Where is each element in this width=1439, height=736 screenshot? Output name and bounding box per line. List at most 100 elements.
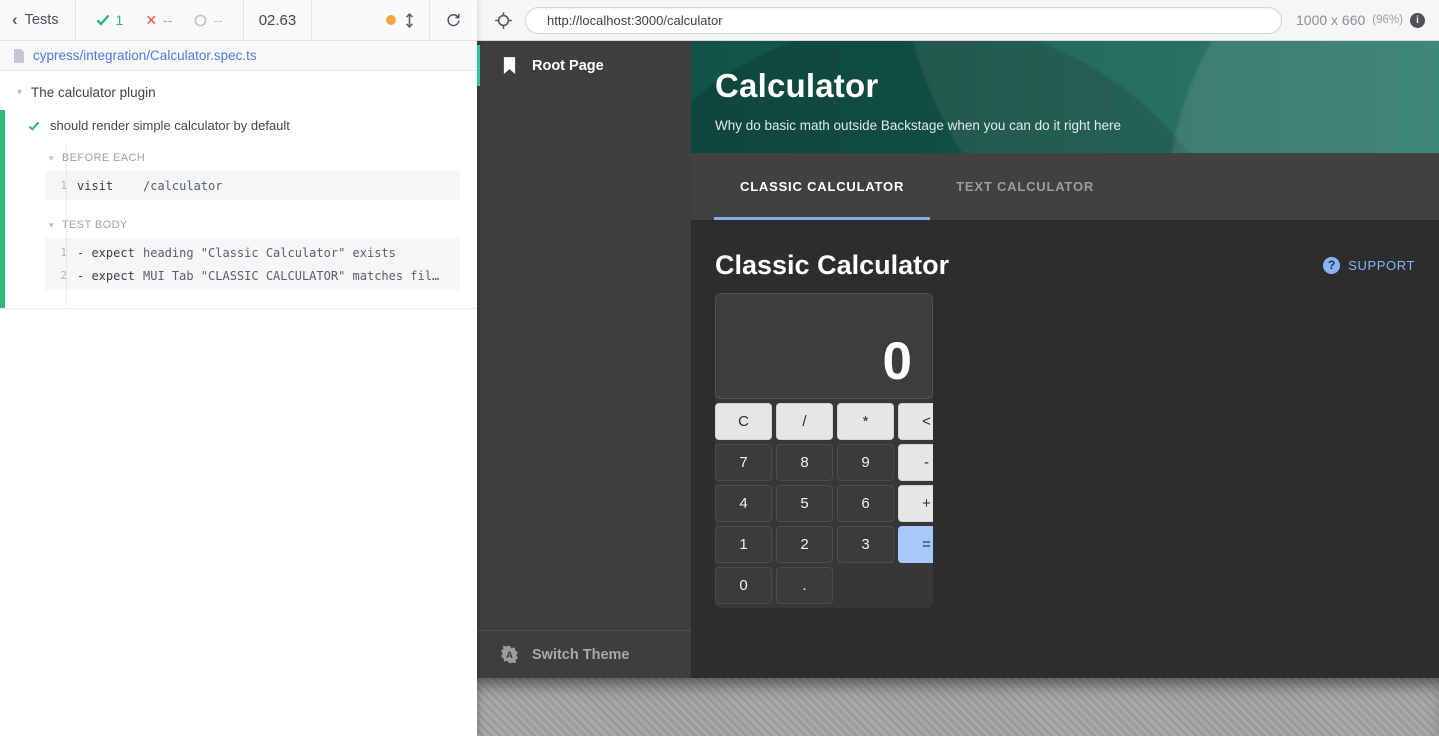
bookmark-icon [502, 57, 517, 74]
command-row[interactable]: 2- expectMUI Tab "CLASSIC CALCULATOR" ma… [45, 264, 460, 287]
toolbar-spacer [312, 0, 372, 40]
check-icon [96, 14, 110, 26]
support-label: SUPPORT [1348, 258, 1415, 273]
calc-button-=[interactable]: = [898, 526, 933, 563]
indent-guide-line [66, 146, 67, 306]
spec-file-link[interactable]: cypress/integration/Calculator.spec.ts [33, 48, 257, 63]
caret-down-icon: ▾ [49, 221, 54, 230]
calc-button-.[interactable]: . [776, 567, 833, 604]
test-duration: 02.63 [244, 0, 313, 40]
sidebar-item-label: Root Page [532, 58, 604, 74]
auto-scroll-toggle[interactable] [372, 0, 430, 40]
x-icon: ✕ [145, 12, 157, 29]
caret-down-icon: ▾ [49, 154, 54, 163]
tab-classic-calculator[interactable]: CLASSIC CALCULATOR [714, 153, 930, 220]
spec-file-row: cypress/integration/Calculator.spec.ts [0, 41, 477, 71]
selector-playground-button[interactable] [494, 11, 513, 30]
command-number: 2 [45, 269, 77, 282]
command-message: heading "Classic Calculator" exists [143, 246, 460, 260]
command-row[interactable]: 1visit/calculator [45, 174, 460, 197]
tab-bar: CLASSIC CALCULATORTEXT CALCULATOR [691, 153, 1439, 220]
calc-button-/[interactable]: / [776, 403, 833, 440]
command-message: MUI Tab "CLASSIC CALCULATOR" matches fil… [143, 269, 460, 283]
passed-filter[interactable]: 1 [96, 12, 124, 28]
caret-down-icon: ▾ [17, 88, 22, 98]
command-name: - expect [77, 246, 143, 260]
refresh-icon [445, 12, 462, 29]
command-message: /calculator [143, 179, 460, 193]
calc-button-3[interactable]: 3 [837, 526, 894, 563]
command-section-label[interactable]: ▾TEST BODY [49, 219, 477, 231]
calc-button--[interactable]: - [898, 444, 933, 481]
cypress-reporter-panel: ‹ Tests 1 ✕ -- -- 02.63 [0, 0, 477, 736]
theme-icon: A [499, 644, 520, 665]
calculator-keypad: C/*<789- 456+123= 0. [715, 403, 933, 604]
content-heading: Classic Calculator [715, 250, 949, 281]
runnables-list: ▾ The calculator plugin should render si… [0, 71, 477, 309]
page-subtitle: Why do basic math outside Backstage when… [715, 118, 1439, 133]
viewport-info-icon[interactable]: i [1410, 13, 1425, 28]
svg-text:A: A [506, 650, 513, 661]
calc-button-C[interactable]: C [715, 403, 772, 440]
command-name: - expect [77, 269, 143, 283]
aut-url-bar: http://localhost:3000/calculator 1000 x … [477, 0, 1439, 41]
rerun-tests-button[interactable] [430, 0, 477, 40]
command-name: visit [77, 179, 143, 193]
passed-count: 1 [116, 12, 124, 28]
status-dot-icon [386, 15, 396, 25]
calc-button-4[interactable]: 4 [715, 485, 772, 522]
failed-count: -- [163, 12, 172, 28]
test-title: should render simple calculator by defau… [50, 118, 290, 133]
failed-filter[interactable]: ✕ -- [145, 12, 172, 29]
back-to-tests-button[interactable]: ‹ Tests [0, 0, 76, 40]
calc-button-<[interactable]: < [898, 403, 933, 440]
content-area: Classic Calculator ? SUPPORT 0 C/*<789- 4… [691, 220, 1439, 678]
calc-button-9[interactable]: 9 [837, 444, 894, 481]
viewport-zoom: (96%) [1372, 14, 1403, 26]
test-pass-check-icon [28, 121, 40, 131]
pending-circle-icon [194, 14, 207, 27]
viewport-info: 1000 x 660 (96%) i [1296, 12, 1425, 28]
app-under-test: Root Page A Switch Theme Calculator Why … [477, 41, 1439, 678]
test-block: should render simple calculator by defau… [0, 110, 477, 308]
calc-button-5[interactable]: 5 [776, 485, 833, 522]
calc-button-6[interactable]: 6 [837, 485, 894, 522]
calc-button-8[interactable]: 8 [776, 444, 833, 481]
app-sidebar: Root Page A Switch Theme [477, 41, 691, 678]
tab-text-calculator[interactable]: TEXT CALCULATOR [930, 153, 1120, 220]
outside-viewport-stripes [477, 678, 1439, 736]
switch-theme-button[interactable]: A Switch Theme [477, 630, 691, 678]
calc-button-7[interactable]: 7 [715, 444, 772, 481]
command-number: 1 [45, 179, 77, 192]
section-title: BEFORE EACH [62, 152, 145, 164]
command-section-label[interactable]: ▾ BEFORE EACH [49, 152, 477, 164]
file-icon [13, 49, 25, 63]
support-button[interactable]: ? SUPPORT [1323, 257, 1415, 274]
test-row[interactable]: should render simple calculator by defau… [5, 118, 477, 133]
command-row[interactable]: 1- expectheading "Classic Calculator" ex… [45, 241, 460, 264]
test-stats: 1 ✕ -- -- [76, 0, 244, 40]
back-to-tests-label: Tests [25, 12, 59, 28]
cypress-toolbar: ‹ Tests 1 ✕ -- -- 02.63 [0, 0, 477, 41]
calc-button-1[interactable]: 1 [715, 526, 772, 563]
page-header: Calculator Why do basic math outside Bac… [691, 41, 1439, 153]
calculator-card: 0 C/*<789- 456+123= 0. [715, 293, 933, 608]
suite-row[interactable]: ▾ The calculator plugin [0, 71, 477, 106]
page-title: Calculator [715, 67, 1439, 105]
calc-button-0[interactable]: 0 [715, 567, 772, 604]
suite-title: The calculator plugin [31, 85, 156, 100]
command-block: 1visit/calculator [45, 171, 460, 200]
command-log: ▾BEFORE EACH1visit/calculator▾TEST BODY1… [5, 152, 477, 290]
calc-button-+[interactable]: + [898, 485, 933, 522]
app-main: Calculator Why do basic math outside Bac… [691, 41, 1439, 678]
url-field[interactable]: http://localhost:3000/calculator [525, 7, 1282, 34]
crosshair-icon [494, 11, 513, 30]
command-number: 1 [45, 246, 77, 259]
calculator-display: 0 [715, 293, 933, 399]
calc-button-2[interactable]: 2 [776, 526, 833, 563]
calc-button-*[interactable]: * [837, 403, 894, 440]
vertical-arrows-icon [404, 12, 415, 29]
sidebar-item-root-page[interactable]: Root Page [477, 41, 691, 90]
help-icon: ? [1323, 257, 1340, 274]
pending-filter[interactable]: -- [194, 12, 222, 28]
